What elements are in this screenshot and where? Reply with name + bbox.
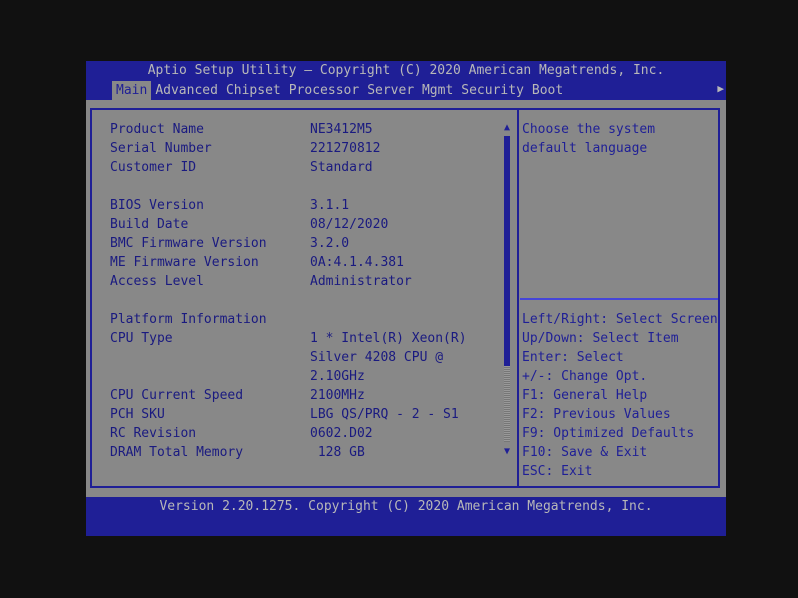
item-value: 0602.D02 (310, 426, 373, 441)
scrollbar[interactable]: ▲ ▼ (502, 122, 512, 458)
item-value: 128 GB (310, 445, 365, 460)
footer-version: Version 2.20.1275. Copyright (C) 2020 Am… (86, 497, 726, 536)
scroll-thumb[interactable] (504, 136, 510, 366)
panel-divider (517, 110, 519, 486)
key-help-line: F9: Optimized Defaults (522, 426, 695, 441)
item-label: BIOS Version (110, 198, 204, 213)
item-label: CPU Type (110, 331, 173, 346)
more-tabs-right-icon[interactable]: ▶ (717, 82, 724, 95)
item-label: Product Name (110, 122, 204, 137)
bios-window: Aptio Setup Utility – Copyright (C) 2020… (86, 61, 726, 536)
key-help-line: F10: Save & Exit (522, 445, 648, 460)
item-label: Serial Number (110, 141, 212, 156)
main-panel: Product Name NE3412M5 Serial Number 2212708… (90, 108, 720, 488)
scroll-up-icon[interactable]: ▲ (502, 122, 512, 134)
item-label: RC Revision (110, 426, 197, 441)
item-value: 3.2.0 (310, 236, 350, 251)
item-label: ME Firmware Version (110, 255, 259, 270)
item-label: Build Date (110, 217, 189, 232)
item-label: Customer ID (110, 160, 197, 175)
item-label: Platform Information (110, 312, 267, 327)
app-title: Aptio Setup Utility – Copyright (C) 2020… (147, 63, 665, 78)
item-value: 0A:4.1.4.381 (310, 255, 404, 270)
key-help-line: F2: Previous Values (522, 407, 671, 422)
item-value: 08/12/2020 (310, 217, 389, 232)
item-value: Silver 4208 CPU @ (310, 350, 444, 365)
item-value: 3.1.1 (310, 198, 350, 213)
key-help-line: Up/Down: Select Item (522, 331, 679, 346)
key-help-line: ESC: Exit (522, 464, 593, 479)
header: Aptio Setup Utility – Copyright (C) 2020… (86, 61, 726, 100)
key-help-line: +/-: Change Opt. (522, 369, 648, 384)
tab-bar: Main Advanced Chipset Processor Server Mgmt S… (112, 81, 567, 100)
item-label: DRAM Total Memory (110, 445, 244, 460)
item-value: LBG QS/PRQ - 2 - S1 (310, 407, 459, 422)
item-value: Standard (310, 160, 373, 175)
tab-processor[interactable]: Processor (285, 81, 363, 100)
tab-chipset[interactable]: Chipset (222, 81, 285, 100)
item-label: BMC Firmware Version (110, 236, 267, 251)
help-separator (520, 298, 718, 300)
scroll-down-icon[interactable]: ▼ (502, 446, 512, 458)
item-label: Access Level (110, 274, 204, 289)
item-value: 1 * Intel(R) Xeon(R) (310, 331, 467, 346)
key-help-line: Enter: Select (522, 350, 624, 365)
scroll-track[interactable] (504, 136, 510, 442)
item-value: 2.10GHz (310, 369, 365, 384)
tab-advanced[interactable]: Advanced (151, 81, 222, 100)
item-value: 221270812 (310, 141, 381, 156)
help-text-line: Choose the system (522, 122, 656, 137)
help-text-line: default language (522, 141, 648, 156)
tab-boot[interactable]: Boot (528, 81, 567, 100)
key-help-line: F1: General Help (522, 388, 648, 403)
tab-server-mgmt[interactable]: Server Mgmt (363, 81, 457, 100)
item-label: PCH SKU (110, 407, 165, 422)
item-value: Administrator (310, 274, 412, 289)
item-label: CPU Current Speed (110, 388, 244, 403)
tab-security[interactable]: Security (457, 81, 528, 100)
item-value: NE3412M5 (310, 122, 373, 137)
tab-main[interactable]: Main (112, 81, 152, 100)
item-value: 2100MHz (310, 388, 365, 403)
key-help-line: Left/Right: Select Screen (522, 312, 718, 327)
